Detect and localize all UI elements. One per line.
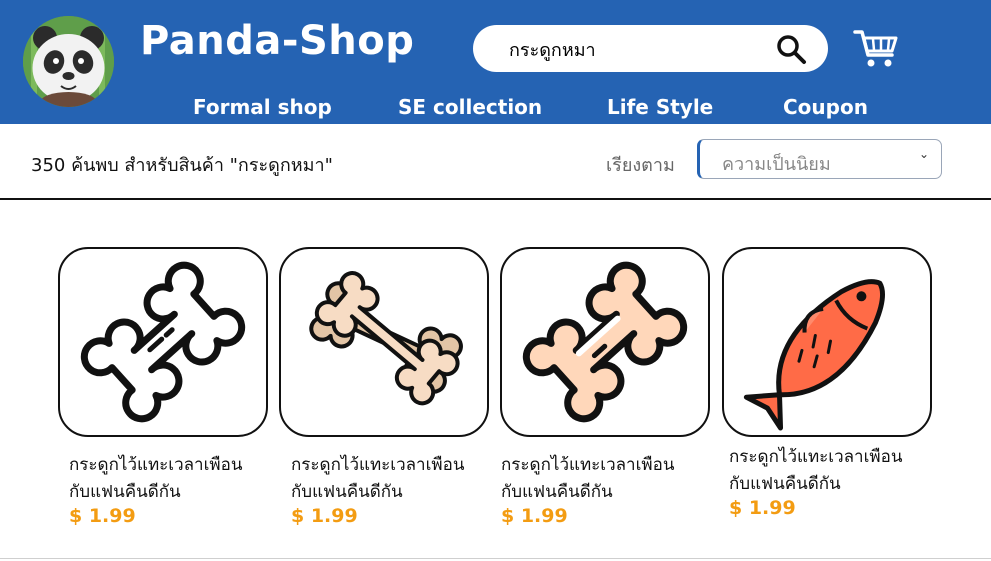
nav-coupon[interactable]: Coupon [783,95,868,119]
product-card[interactable] [58,247,268,437]
search-bar [473,25,828,72]
result-summary: 350 ค้นพบ สำหรับสินค้า "กระดูกหมา" [31,155,333,176]
product-price: $ 1.99 [729,497,796,519]
header-divider [0,198,991,200]
bone-icon [522,261,688,423]
product-price: $ 1.99 [501,505,568,527]
sort-selected-value: ความเป็นนิยม [722,154,831,175]
fish-icon [743,279,886,431]
chevron-down-icon: ⌄ [918,147,929,161]
brand-title[interactable]: Panda-Shop [140,18,414,64]
footer-divider [0,558,991,559]
sort-label: เรียงตาม [606,155,675,176]
shopping-cart-icon[interactable] [853,27,899,69]
product-name[interactable]: กระดูกไว้แทะเวลาเพือน กับแฟนคืนดีกัน [69,452,242,506]
product-card[interactable] [279,247,489,437]
product-price: $ 1.99 [69,505,136,527]
crossed-bones-icon [309,271,463,406]
bone-outline-icon [80,261,246,423]
sort-dropdown[interactable]: ความเป็นนิยม ⌄ [697,139,942,179]
product-price: $ 1.99 [291,505,358,527]
search-icon[interactable] [773,31,809,67]
product-name[interactable]: กระดูกไว้แทะเวลาเพือน กับแฟนคืนดีกัน [291,452,464,506]
product-card[interactable] [722,247,932,437]
header-bar: Panda-Shop Formal shop SE collection Lif… [0,0,991,124]
panda-logo-icon[interactable] [23,16,114,107]
product-name[interactable]: กระดูกไว้แทะเวลาเพือน กับแฟนคืนดีกัน [729,444,902,498]
search-input[interactable] [509,34,769,64]
nav-formal-shop[interactable]: Formal shop [193,95,332,119]
nav-se-collection[interactable]: SE collection [398,95,542,119]
product-name[interactable]: กระดูกไว้แทะเวลาเพือน กับแฟนคืนดีกัน [501,452,674,506]
product-card[interactable] [500,247,710,437]
nav-life-style[interactable]: Life Style [607,95,713,119]
